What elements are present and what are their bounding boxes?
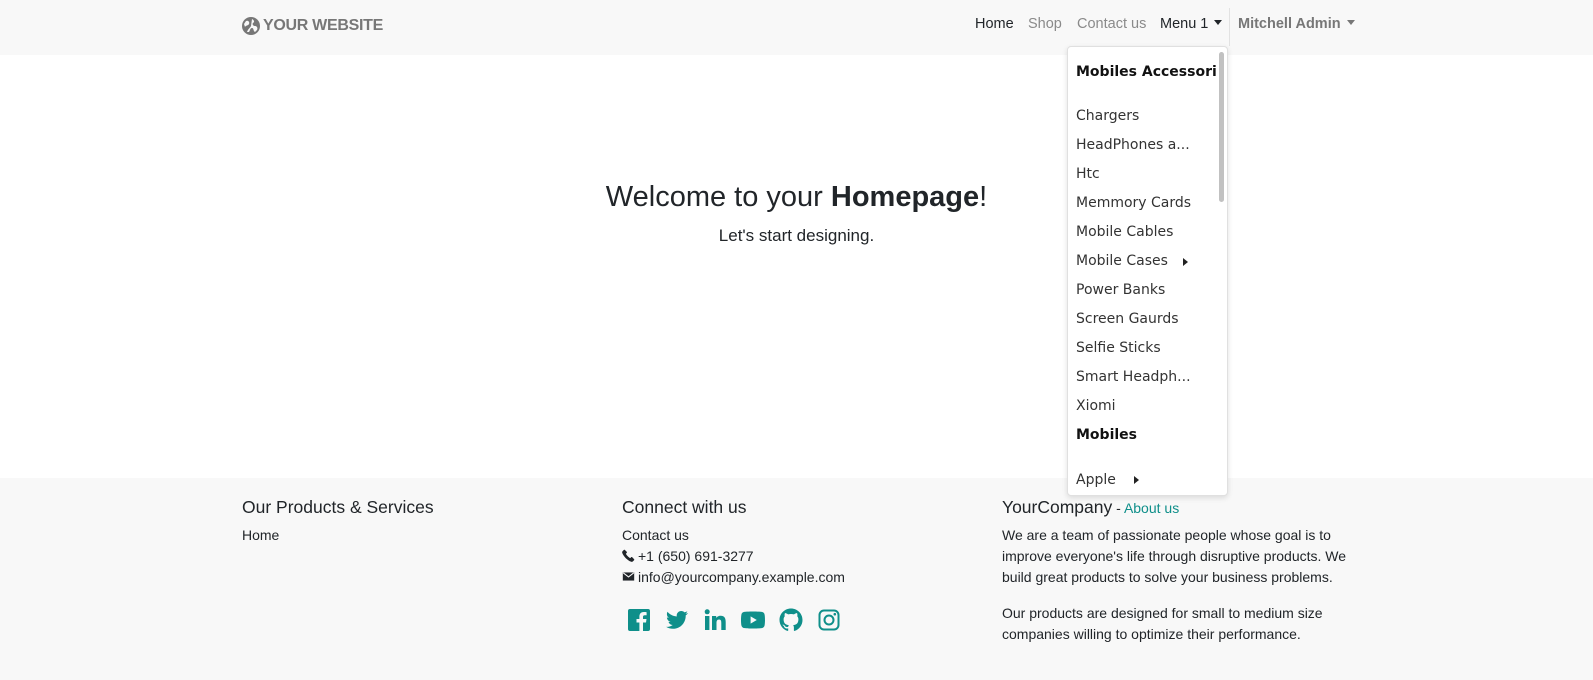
company-description: We are a team of passionate people whose… (1002, 527, 1347, 585)
dropdown-item-memmory-cards[interactable]: Memmory Cards (1076, 195, 1216, 211)
company-products-description: Our products are designed for small to m… (1002, 605, 1323, 642)
brand-text: YOUR WEBSITE (263, 17, 383, 34)
youtube-icon[interactable] (741, 608, 765, 632)
dropdown-item-power-banks[interactable]: Power Banks (1076, 282, 1216, 298)
dropdown-item-xiomi[interactable]: Xiomi (1076, 398, 1216, 414)
footer-email: info@yourcompany.example.com (622, 569, 845, 585)
nav-menu-1-toggle[interactable]: Menu 1 (1160, 16, 1223, 32)
dropdown-item-screen-gaurds[interactable]: Screen Gaurds (1076, 311, 1216, 327)
dropdown-item-chargers[interactable]: Chargers (1076, 108, 1216, 124)
menu-1-dropdown: Mobiles Accessories Chargers HeadPhones … (1067, 46, 1228, 496)
chevron-right-icon (1134, 476, 1139, 484)
company-name: YourCompany (1002, 497, 1113, 517)
user-menu-toggle[interactable]: Mitchell Admin (1238, 16, 1355, 32)
footer-company-title: YourCompany - About us (1002, 497, 1179, 518)
dropdown-item-mobile-cables[interactable]: Mobile Cables (1076, 224, 1216, 240)
nav-shop[interactable]: Shop (1028, 16, 1062, 32)
page-subtitle: Let's start designing. (718, 226, 875, 245)
footer-connect-title: Connect with us (622, 497, 747, 517)
twitter-icon[interactable] (665, 608, 689, 632)
nav-divider (1229, 8, 1230, 46)
about-us-link[interactable]: About us (1124, 500, 1179, 516)
instagram-icon[interactable] (817, 608, 841, 632)
brand-logo[interactable]: YOUR WEBSITE (241, 15, 383, 37)
email-address: info@yourcompany.example.com (638, 569, 845, 585)
nav-home[interactable]: Home (975, 16, 1014, 32)
page-title: Welcome to your Homepage! (0, 181, 1593, 214)
dropdown-header-mobiles[interactable]: Mobiles (1076, 427, 1216, 443)
footer-products-title: Our Products & Services (242, 497, 434, 517)
dropdown-item-headphones[interactable]: HeadPhones a... (1076, 137, 1216, 153)
dropdown-item-smart-headphones[interactable]: Smart Headph... (1076, 369, 1216, 385)
footer-phone: +1 (650) 691-3277 (622, 548, 754, 564)
social-links (627, 608, 841, 632)
globe-icon (242, 17, 260, 35)
dropdown-scrollbar[interactable] (1219, 52, 1224, 202)
top-navbar: YOUR WEBSITE Home Shop Contact us Menu 1… (0, 0, 1593, 55)
dropdown-item-selfie-sticks[interactable]: Selfie Sticks (1076, 340, 1216, 356)
title-bold: Homepage (830, 181, 980, 213)
user-name: Mitchell Admin (1238, 16, 1341, 32)
nav-contact-us[interactable]: Contact us (1077, 16, 1146, 32)
footer: Our Products & Services Home Connect wit… (0, 478, 1593, 680)
title-suffix: ! (979, 181, 988, 213)
phone-number: +1 (650) 691-3277 (638, 548, 754, 564)
dropdown-item-mobile-cases[interactable]: Mobile Cases (1076, 253, 1216, 269)
chevron-down-icon (1346, 20, 1355, 25)
envelope-icon (622, 572, 635, 581)
footer-home-link[interactable]: Home (242, 527, 279, 543)
nav-menu-1-label: Menu 1 (1160, 16, 1209, 32)
chevron-down-icon (1214, 20, 1223, 25)
dropdown-item-apple[interactable]: Apple (1076, 472, 1216, 488)
chevron-right-icon (1183, 258, 1188, 266)
footer-contact-link[interactable]: Contact us (622, 527, 689, 543)
phone-icon (622, 549, 635, 562)
github-icon[interactable] (779, 608, 803, 632)
title-prefix: Welcome to your (605, 181, 831, 213)
linkedin-icon[interactable] (703, 608, 727, 632)
title-separator: - (1112, 500, 1124, 516)
dropdown-item-htc[interactable]: Htc (1076, 166, 1216, 182)
facebook-icon[interactable] (627, 608, 651, 632)
dropdown-header-mobiles-accessories[interactable]: Mobiles Accessories (1076, 64, 1216, 80)
